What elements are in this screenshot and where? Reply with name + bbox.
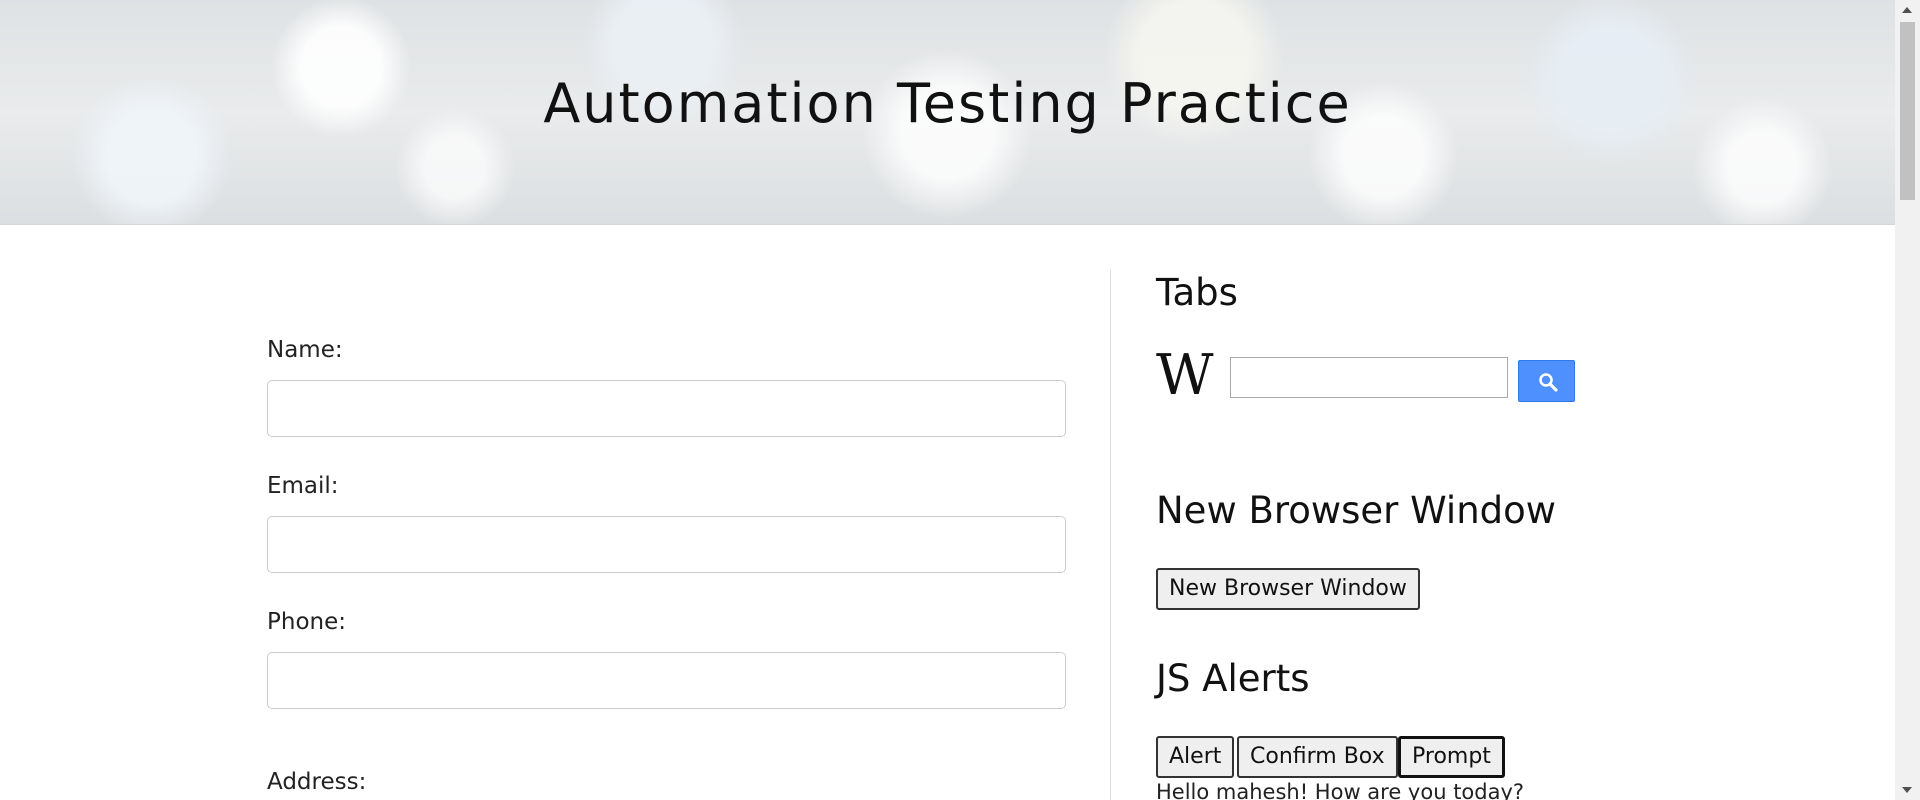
- prompt-button[interactable]: Prompt: [1398, 736, 1505, 778]
- page-header: Automation Testing Practice: [0, 0, 1895, 225]
- scroll-down-arrow-icon[interactable]: [1902, 787, 1912, 793]
- phone-label: Phone:: [267, 609, 346, 635]
- new-browser-window-button[interactable]: New Browser Window: [1156, 568, 1420, 610]
- confirm-box-button[interactable]: Confirm Box: [1237, 736, 1398, 778]
- name-label: Name:: [267, 337, 343, 363]
- phone-input[interactable]: [267, 652, 1066, 709]
- search-icon: [1539, 373, 1558, 392]
- email-input[interactable]: [267, 516, 1066, 573]
- wikipedia-search-input[interactable]: [1230, 357, 1508, 398]
- new-browser-window-heading: New Browser Window: [1156, 489, 1557, 532]
- alert-button[interactable]: Alert: [1156, 736, 1235, 778]
- column-divider: [1110, 270, 1111, 800]
- js-alerts-heading: JS Alerts: [1156, 657, 1310, 700]
- wikipedia-search-button[interactable]: [1518, 360, 1575, 402]
- page-title: Automation Testing Practice: [543, 72, 1352, 135]
- scroll-up-arrow-icon[interactable]: [1902, 7, 1912, 13]
- vertical-scrollbar[interactable]: [1895, 0, 1920, 800]
- address-label: Address:: [267, 769, 367, 795]
- tabs-heading: Tabs: [1156, 271, 1238, 314]
- wikipedia-logo: W: [1156, 343, 1214, 408]
- name-input[interactable]: [267, 380, 1066, 437]
- email-label: Email:: [267, 473, 339, 499]
- scrollbar-thumb[interactable]: [1900, 22, 1915, 200]
- prompt-result-text: Hello mahesh! How are you today?: [1156, 780, 1525, 800]
